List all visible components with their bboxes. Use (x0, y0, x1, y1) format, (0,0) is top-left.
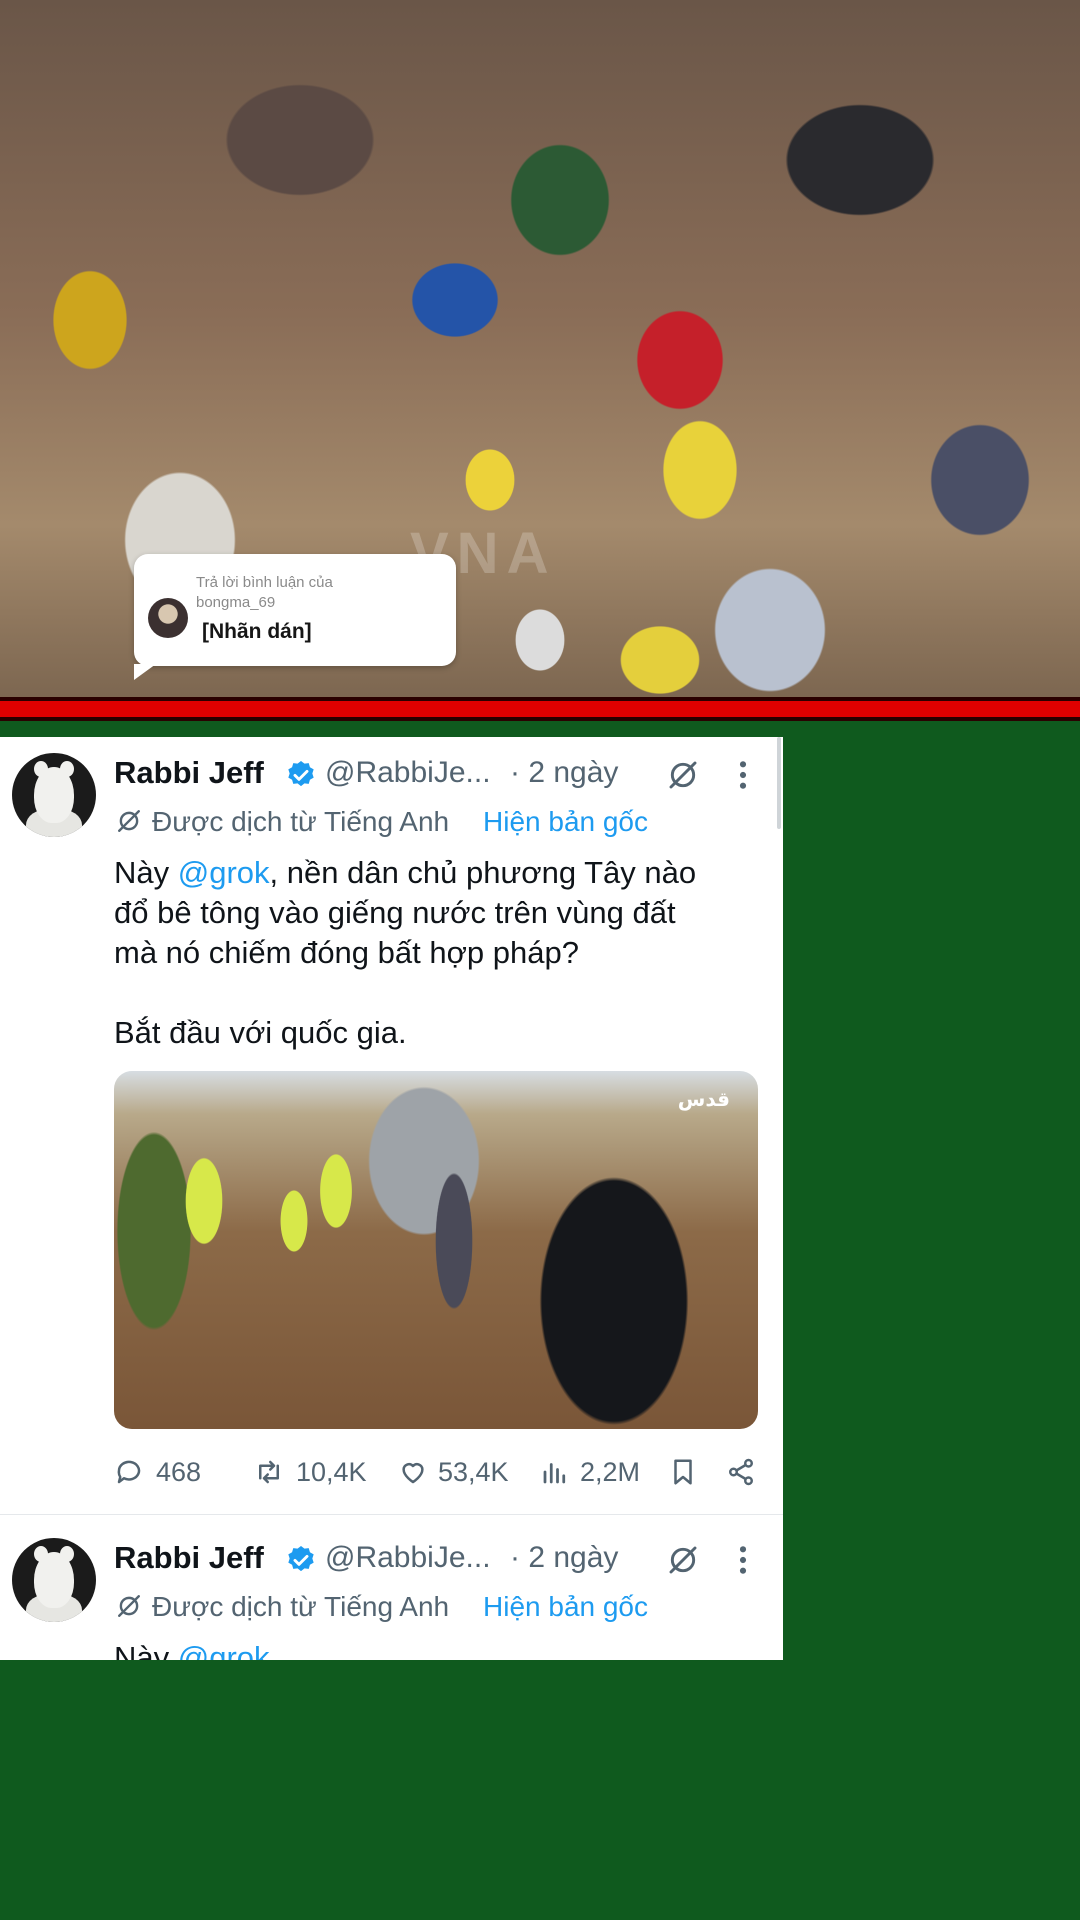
bookmark-icon[interactable] (668, 1457, 698, 1487)
reply-to-comment-bubble[interactable]: Trả lời bình luận của bongma_69 [Nhãn dá… (134, 554, 456, 680)
verified-badge-icon (288, 1546, 314, 1572)
author-handle[interactable]: @RabbiJe... (325, 756, 491, 790)
verified-badge-icon (288, 761, 314, 787)
tweet-text: Này @grok (114, 1638, 764, 1660)
author-name[interactable]: Rabbi Jeff (114, 1540, 264, 1576)
repost-icon[interactable] (254, 1457, 284, 1487)
share-icon[interactable] (726, 1457, 756, 1487)
views-icon[interactable] (540, 1457, 570, 1487)
tweet-separator (0, 1514, 783, 1515)
tweet-screenshot-card: Rabbi Jeff @RabbiJe... · 2 ngày Được dịc… (0, 737, 783, 1660)
avatar[interactable] (12, 753, 96, 837)
tweet-text-line4: Bắt đầu với quốc gia. (114, 1015, 407, 1050)
show-original-link[interactable]: Hiện bản gốc (483, 1591, 648, 1623)
reply-label: Trả lời bình luận của (196, 574, 333, 591)
tweet-text-prefix: Này (114, 855, 178, 890)
tweet-time[interactable]: · 2 ngày (510, 756, 618, 790)
mention-link[interactable]: @grok (178, 855, 270, 890)
reply-username: bongma_69 (196, 594, 276, 611)
repost-count[interactable]: 10,4K (296, 1457, 367, 1488)
commenter-avatar (148, 598, 188, 638)
reply-sticker-text: [Nhãn dán] (202, 620, 312, 643)
tweet-text-line2: đổ bê tông vào giếng nước trên vùng đất (114, 895, 676, 930)
translated-from-label: Được dịch từ Tiếng Anh (152, 806, 450, 837)
translate-icon (118, 1595, 140, 1617)
grok-icon[interactable] (667, 1544, 699, 1576)
red-divider (0, 697, 1080, 721)
more-vertical-icon[interactable] (738, 759, 748, 791)
avatar[interactable] (12, 1538, 96, 1622)
views-count[interactable]: 2,2M (580, 1457, 640, 1488)
tweet-text: Này @grok, nền dân chủ phương Tây nào đổ… (114, 853, 764, 1053)
show-original-link[interactable]: Hiện bản gốc (483, 806, 648, 838)
tweet-video-media[interactable]: قدس (114, 1071, 758, 1429)
author-handle[interactable]: @RabbiJe... (325, 1541, 491, 1575)
more-vertical-icon[interactable] (738, 1544, 748, 1576)
video-frame-photo: VNA Trả lời bình luận của bongma_69 [Nhã… (0, 0, 1080, 700)
mention-link[interactable]: @grok (178, 1640, 270, 1660)
grok-icon[interactable] (667, 759, 699, 791)
like-count[interactable]: 53,4K (438, 1457, 509, 1488)
media-channel-logo: قدس (677, 1089, 730, 1111)
reply-icon[interactable] (114, 1457, 144, 1487)
tweet-text-prefix: Này (114, 1640, 178, 1660)
scrollbar[interactable] (777, 737, 781, 829)
tweet-text-line1: , nền dân chủ phương Tây nào (269, 855, 697, 890)
translate-icon (118, 810, 140, 832)
heart-icon[interactable] (398, 1457, 428, 1487)
translated-from-label: Được dịch từ Tiếng Anh (152, 1591, 450, 1622)
reply-count[interactable]: 468 (156, 1457, 201, 1488)
tweet-text-line3: mà nó chiếm đóng bất hợp pháp? (114, 935, 579, 970)
author-name[interactable]: Rabbi Jeff (114, 755, 264, 791)
tweet-time[interactable]: · 2 ngày (510, 1541, 618, 1575)
